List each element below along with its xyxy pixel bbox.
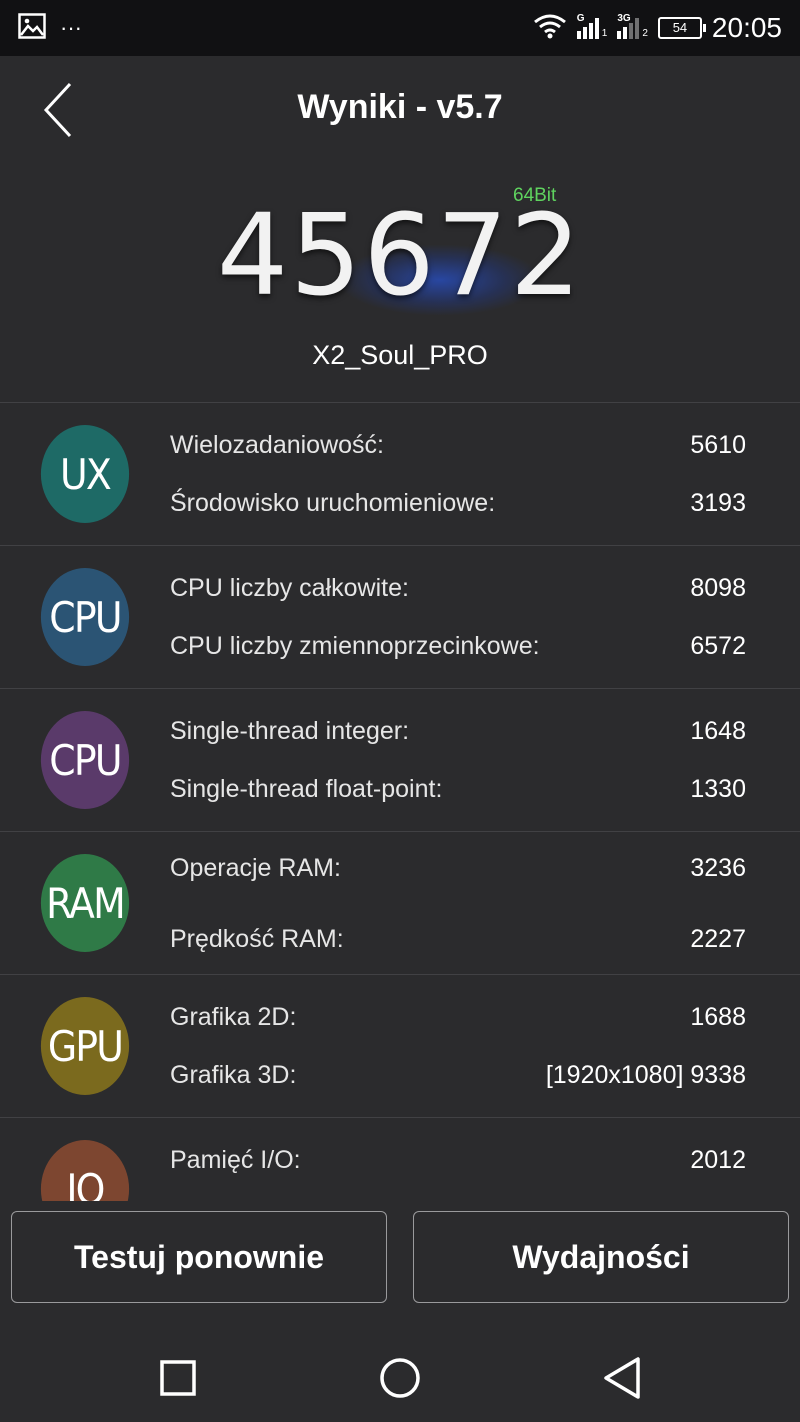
- metric-value: 3193: [690, 489, 746, 517]
- ux-badge: UX: [40, 425, 130, 523]
- metric-value: 6572: [690, 632, 746, 660]
- metric-label: Operacje RAM:: [170, 854, 341, 882]
- io-badge: IO: [40, 1140, 130, 1201]
- metric-label: Pamięć I/O:: [170, 1146, 301, 1174]
- metric-value: 1688: [690, 1003, 746, 1031]
- result-row-cpu[interactable]: CPU CPU liczby całkowite: 8098 CPU liczby…: [0, 546, 800, 689]
- metric-row: CPU liczby całkowite: 8098: [170, 574, 746, 603]
- metric-row: Pamięć I/O: 2012: [170, 1146, 746, 1175]
- signal-icon: G 1: [576, 13, 608, 39]
- metric-row: Środowisko uruchomieniowe: 3193: [170, 489, 746, 518]
- signal-icon: 3G 2: [617, 13, 648, 39]
- app-header: Wyniki - v5.7: [0, 56, 800, 164]
- bit-badge: 64Bit: [513, 185, 557, 206]
- triangle-back-icon: [604, 1357, 640, 1399]
- metric-label: Wielozadaniowość:: [170, 431, 384, 459]
- image-icon: [18, 12, 46, 44]
- overflow-dots: ···: [60, 15, 82, 40]
- metric-label: Single-thread integer:: [170, 717, 410, 745]
- recents-button[interactable]: [148, 1348, 208, 1408]
- metric-value: 1648: [690, 717, 746, 745]
- metric-value: [1920x1080] 9338: [545, 1061, 746, 1089]
- score-area: 45672 64Bit: [0, 175, 800, 321]
- results-list[interactable]: UX Wielozadaniowość: 5610 Środowisko uruc…: [0, 402, 800, 1201]
- result-row-ram[interactable]: RAM Operacje RAM: 3236 Prędkość RAM: 2227: [0, 832, 800, 975]
- metric-label: CPU liczby zmiennoprzecinkowe:: [170, 632, 540, 660]
- metric-row: Single-thread integer: 1648: [170, 717, 746, 746]
- metric-label: Grafika 3D:: [170, 1061, 297, 1089]
- metric-row: Prędkość RAM: 2227: [170, 925, 746, 954]
- square-icon: [160, 1360, 196, 1396]
- wifi-icon: [533, 13, 567, 44]
- navigation-bar: [0, 1330, 800, 1422]
- metric-row: Operacje RAM: 3236: [170, 854, 746, 883]
- metric-label: Środowisko uruchomieniowe:: [170, 489, 496, 517]
- metric-row: Wielozadaniowość: 5610: [170, 431, 746, 460]
- result-row-gpu[interactable]: GPU Grafika 2D: 1688 Grafika 3D: [1920x108…: [0, 975, 800, 1118]
- back-nav-button[interactable]: [592, 1348, 652, 1408]
- metric-value: 2012: [690, 1146, 746, 1174]
- metric-value: 1330: [690, 775, 746, 803]
- metric-label: Prędkość RAM:: [170, 925, 344, 953]
- metric-value: 2227: [690, 925, 746, 953]
- status-bar: ··· G 1 3G 2 54 20:05: [0, 0, 800, 56]
- total-score: 45672: [216, 191, 584, 321]
- home-button[interactable]: [370, 1348, 430, 1408]
- cpu-badge: CPU: [40, 568, 130, 666]
- ram-badge: RAM: [40, 854, 130, 952]
- metric-row: Single-thread float-point: 1330: [170, 775, 746, 804]
- performance-button[interactable]: Wydajności: [413, 1211, 789, 1303]
- result-row-cpu-single[interactable]: CPU Single-thread integer: 1648 Single-th…: [0, 689, 800, 832]
- clock: 20:05: [711, 12, 782, 43]
- metric-value: 5610: [690, 431, 746, 459]
- metric-value: 3236: [690, 854, 746, 882]
- metric-label: Grafika 2D:: [170, 1003, 297, 1031]
- metric-label: CPU liczby całkowite:: [170, 574, 409, 602]
- circle-icon: [380, 1358, 420, 1398]
- metric-row: Grafika 3D: [1920x1080] 9338: [170, 1061, 746, 1090]
- metric-value: 8098: [690, 574, 746, 602]
- metric-label: Single-thread float-point:: [170, 775, 443, 803]
- metric-row: Grafika 2D: 1688: [170, 1003, 746, 1032]
- retest-button[interactable]: Testuj ponownie: [11, 1211, 387, 1303]
- page-title: Wyniki - v5.7: [297, 88, 503, 126]
- device-name: X2_Soul_PRO: [312, 340, 488, 370]
- result-row-io[interactable]: IO Pamięć I/O: 2012: [0, 1118, 800, 1201]
- result-row-ux[interactable]: UX Wielozadaniowość: 5610 Środowisko uruc…: [0, 403, 800, 546]
- battery-icon: 54: [657, 17, 706, 39]
- metric-row: CPU liczby zmiennoprzecinkowe: 6572: [170, 632, 746, 661]
- gpu-badge: GPU: [40, 997, 130, 1095]
- cpu-single-badge: CPU: [40, 711, 130, 809]
